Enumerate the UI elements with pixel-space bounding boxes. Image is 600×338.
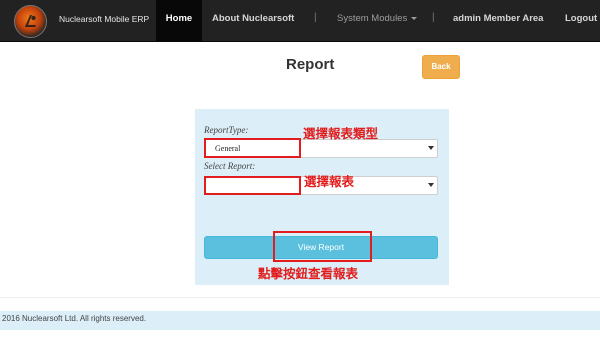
report-type-label: ReportType: <box>204 125 249 135</box>
annotation-select-report-note: 選擇報表 <box>304 174 355 189</box>
nav-about[interactable]: About Nuclearsoft <box>212 0 294 41</box>
brand-name[interactable]: Nuclearsoft Mobile ERP <box>59 14 149 24</box>
dropdown-arrow-icon <box>428 183 434 187</box>
caret-down-icon <box>411 16 418 20</box>
annotation-report-type-note: 選擇報表類型 <box>303 126 379 141</box>
annotation-box-view-button <box>273 231 372 262</box>
annotation-view-button-note: 點擊按鈕查看報表 <box>258 266 359 281</box>
nav-separator: | <box>432 12 435 23</box>
nav-home[interactable]: Home <box>156 0 202 41</box>
footer-copyright: 2016 Nuclearsoft Ltd. All rights reserve… <box>2 314 147 323</box>
select-report-label: Select Report: <box>204 161 256 171</box>
nav-admin-member-area[interactable]: admin Member Area <box>453 0 543 41</box>
nav-system-modules-dropdown[interactable]: System Modules <box>337 0 418 41</box>
annotation-box-report-type <box>204 138 301 158</box>
annotation-box-select-report <box>204 176 301 195</box>
back-button[interactable]: Back <box>422 55 460 79</box>
nuclearsoft-logo-icon[interactable] <box>14 5 47 38</box>
nav-separator: | <box>314 12 317 23</box>
footer-divider <box>0 297 600 298</box>
page-title: Report <box>286 56 335 73</box>
nav-system-modules-label: System Modules <box>337 13 408 24</box>
dropdown-arrow-icon <box>428 146 434 150</box>
footer: 2016 Nuclearsoft Ltd. All rights reserve… <box>0 311 600 330</box>
top-navbar: Nuclearsoft Mobile ERP Home About Nuclea… <box>0 0 600 42</box>
nav-logout[interactable]: Logout <box>565 0 597 41</box>
